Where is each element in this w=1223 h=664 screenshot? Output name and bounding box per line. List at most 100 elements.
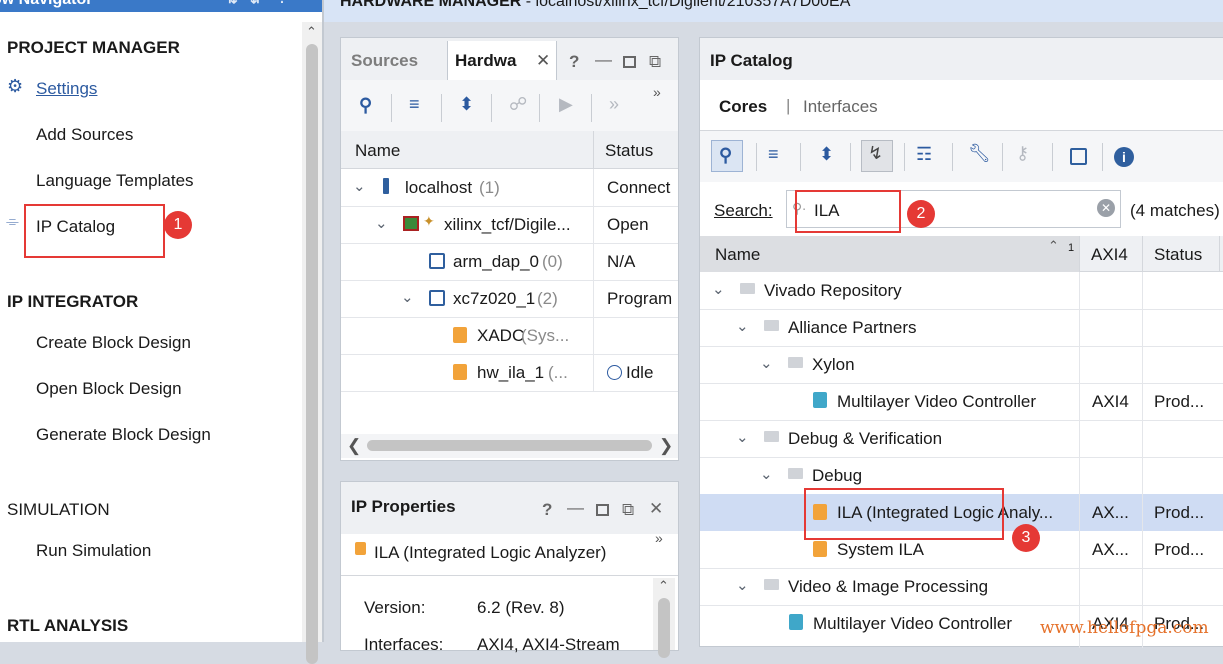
- filter-icon[interactable]: ↯: [868, 143, 883, 164]
- col-status[interactable]: Status: [605, 141, 653, 161]
- table-row-selected[interactable]: ILA (Integrated Logic Analy... AX... Pro…: [700, 494, 1223, 531]
- sort-ascending-icon[interactable]: ⌃: [1048, 238, 1059, 254]
- row-axi4: AXI4: [1092, 392, 1129, 411]
- nav-ip-catalog[interactable]: IP Catalog: [36, 217, 115, 237]
- nav-settings-link[interactable]: Settings: [36, 79, 97, 99]
- chevron-down-icon[interactable]: ⌄: [736, 317, 749, 335]
- scroll-left-icon[interactable]: ❮: [347, 436, 361, 456]
- row-count: (...: [548, 363, 568, 382]
- info-icon[interactable]: i: [1114, 147, 1134, 167]
- search-icon[interactable]: ⚲: [719, 145, 732, 166]
- table-row[interactable]: ⌄ Debug: [700, 457, 1223, 494]
- minimize-icon[interactable]: —: [595, 50, 612, 70]
- nav-create-block-design[interactable]: Create Block Design: [36, 333, 191, 353]
- section-rtl-analysis[interactable]: RTL ANALYSIS: [7, 616, 128, 636]
- nav-run-simulation[interactable]: Run Simulation: [36, 541, 151, 561]
- chevron-down-icon[interactable]: ⌄: [760, 465, 773, 483]
- ip-catalog-toolbar: ⚲ ≡ ⬍ ↯ ☶ 🔧︎ ⚷ i: [700, 130, 1223, 182]
- run-immediate-icon[interactable]: »: [609, 94, 619, 115]
- minimize-icon[interactable]: —: [300, 0, 314, 8]
- expand-all-icon[interactable]: ⬍: [459, 94, 474, 115]
- auto-connect-icon[interactable]: ☍: [509, 94, 527, 115]
- tab-sources[interactable]: Sources: [351, 51, 418, 71]
- section-ip-integrator[interactable]: IP INTEGRATOR: [7, 292, 138, 312]
- separator: [593, 131, 594, 169]
- scroll-right-icon[interactable]: ❯: [659, 436, 673, 456]
- collapse-all-icon[interactable]: ≡: [409, 94, 420, 115]
- scroll-up-icon[interactable]: ⌃: [306, 24, 317, 40]
- table-row[interactable]: System ILA AX... Prod...: [700, 531, 1223, 568]
- more-icon[interactable]: »: [655, 530, 663, 546]
- maximize-icon[interactable]: [623, 56, 636, 68]
- scroll-thumb[interactable]: [306, 44, 318, 664]
- chevron-down-icon[interactable]: ⌄: [401, 288, 414, 306]
- chevron-down-icon[interactable]: ⌄: [375, 214, 388, 232]
- separator: [441, 94, 442, 122]
- maximize-icon[interactable]: [596, 504, 609, 516]
- table-row[interactable]: arm_dap_0 (0) N/A: [341, 243, 678, 280]
- run-trigger-icon[interactable]: ▶: [559, 94, 573, 115]
- key-icon[interactable]: ⚷: [1016, 143, 1029, 164]
- tab-cores[interactable]: Cores: [719, 97, 767, 117]
- table-row[interactable]: ⌄ Vivado Repository: [700, 272, 1223, 309]
- table-row[interactable]: ⌄ xc7z020_1 (2) Program: [341, 280, 678, 317]
- expand-all-icon[interactable]: ⇅: [226, 0, 238, 8]
- float-icon[interactable]: ⧉: [622, 500, 634, 520]
- clear-search-icon[interactable]: ✕: [1097, 199, 1115, 217]
- table-row[interactable]: ⌄ Video & Image Processing: [700, 568, 1223, 605]
- row-axi4: AX...: [1092, 503, 1129, 522]
- nav-open-block-design[interactable]: Open Block Design: [36, 379, 182, 399]
- chevron-down-icon[interactable]: ⌄: [760, 354, 773, 372]
- table-row[interactable]: ⌄ ✦ xilinx_tcf/Digile... Open: [341, 206, 678, 243]
- col-status[interactable]: Status: [1154, 245, 1202, 265]
- table-row[interactable]: XADC (Sys...: [341, 317, 678, 354]
- tab-interfaces[interactable]: Interfaces: [803, 97, 878, 117]
- table-row[interactable]: ⌄ Xylon: [700, 346, 1223, 383]
- float-icon[interactable]: ⧉: [649, 52, 661, 72]
- table-row[interactable]: Multilayer Video Controller AXI4 Prod...: [700, 383, 1223, 420]
- expand-all-icon[interactable]: ⬍: [819, 144, 834, 165]
- collapse-all-icon[interactable]: ≡: [768, 144, 779, 165]
- collapse-all-icon[interactable]: ⇵: [250, 0, 262, 8]
- board-icon: [403, 216, 419, 231]
- close-tab-icon[interactable]: ✕: [536, 51, 550, 71]
- wrench-icon[interactable]: 🔧︎: [968, 143, 991, 164]
- separator: [756, 143, 757, 171]
- chevron-down-icon[interactable]: ⌄: [712, 280, 725, 298]
- hierarchy-icon[interactable]: ☶: [916, 144, 932, 165]
- hardware-hscrollbar[interactable]: ❮ ❯: [341, 434, 678, 458]
- ip-properties-scrollbar[interactable]: ⌃: [653, 578, 675, 658]
- ip-plug-icon: ⌯: [6, 213, 19, 230]
- chevron-down-icon[interactable]: ⌄: [353, 177, 366, 195]
- more-icon[interactable]: »: [653, 84, 661, 100]
- col-name[interactable]: Name: [355, 141, 400, 161]
- col-name[interactable]: Name: [715, 245, 760, 265]
- flow-navigator-header: ow Navigator ⇅ ⇵ ? —: [0, 0, 324, 12]
- section-simulation[interactable]: SIMULATION: [7, 500, 110, 520]
- close-icon[interactable]: ✕: [649, 499, 663, 519]
- section-project-manager[interactable]: PROJECT MANAGER: [7, 38, 180, 58]
- scroll-thumb[interactable]: [367, 440, 652, 451]
- search-input[interactable]: ⚲∙ ILA ✕: [786, 190, 1121, 228]
- table-row[interactable]: ⌄ Alliance Partners: [700, 309, 1223, 346]
- chevron-down-icon[interactable]: ⌄: [736, 428, 749, 446]
- help-icon[interactable]: ?: [569, 52, 579, 72]
- tab-hardware[interactable]: Hardwa ✕: [447, 41, 557, 81]
- col-axi4[interactable]: AXI4: [1091, 245, 1128, 265]
- flow-navigator-scrollbar[interactable]: ⌃: [302, 22, 322, 664]
- nav-generate-block-design[interactable]: Generate Block Design: [36, 425, 211, 445]
- table-row[interactable]: ⌄ Debug & Verification: [700, 420, 1223, 457]
- help-icon[interactable]: ?: [278, 0, 287, 8]
- scroll-thumb[interactable]: [658, 598, 670, 658]
- row-name: Video & Image Processing: [788, 577, 989, 596]
- minimize-icon[interactable]: —: [567, 498, 584, 518]
- search-icon[interactable]: ⚲: [359, 95, 372, 116]
- chip-icon[interactable]: [1070, 148, 1087, 165]
- nav-language-templates[interactable]: Language Templates: [36, 171, 194, 191]
- chevron-down-icon[interactable]: ⌄: [736, 576, 749, 594]
- table-row[interactable]: ⌄ localhost (1) Connect: [341, 169, 678, 206]
- nav-add-sources[interactable]: Add Sources: [36, 125, 133, 145]
- help-icon[interactable]: ?: [542, 500, 552, 520]
- scroll-up-icon[interactable]: ⌃: [658, 578, 669, 594]
- table-row[interactable]: hw_ila_1 (... Idle: [341, 354, 678, 391]
